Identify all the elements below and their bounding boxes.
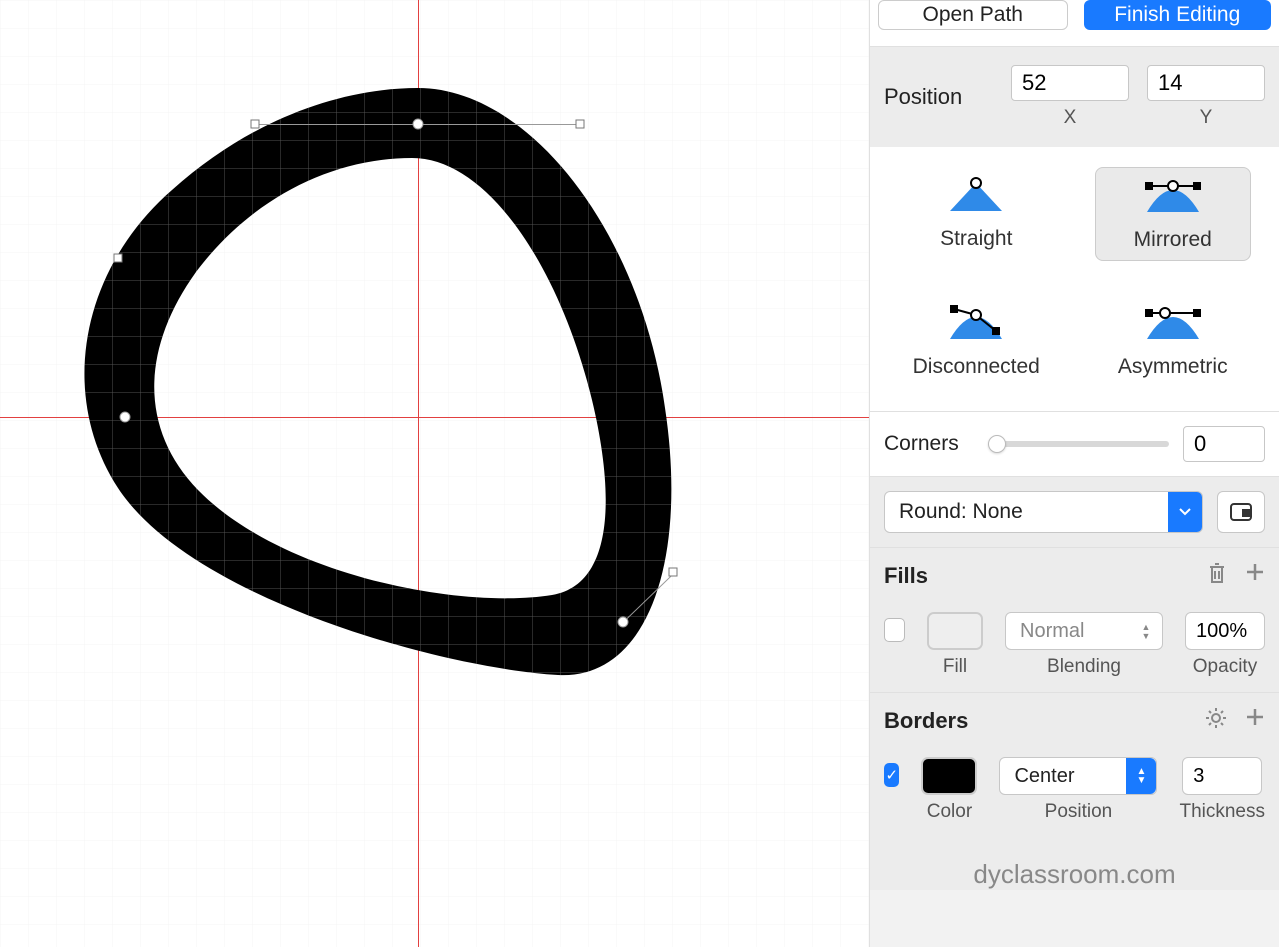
control-handle[interactable] <box>114 254 123 263</box>
open-path-button[interactable]: Open Path <box>878 0 1068 30</box>
plus-icon[interactable] <box>1245 707 1265 735</box>
round-section: Round: None <box>870 476 1279 547</box>
border-thickness-label: Thickness <box>1179 801 1265 823</box>
point-mode-label: Straight <box>940 227 1012 251</box>
anchor-point-top[interactable] <box>413 119 424 130</box>
control-handle[interactable] <box>669 568 678 577</box>
border-position-select[interactable]: Center ▲▼ <box>999 757 1157 795</box>
watermark-text: dyclassroom.com <box>870 837 1279 890</box>
border-position-label: Position <box>1045 801 1113 823</box>
position-y-input[interactable] <box>1147 65 1265 101</box>
point-mode-asymmetric[interactable]: Asymmetric <box>1095 295 1252 387</box>
borders-header: Borders <box>870 692 1279 749</box>
position-y-label: Y <box>1200 107 1213 129</box>
canvas[interactable] <box>0 0 869 947</box>
position-x-label: X <box>1064 107 1077 129</box>
corner-options-button[interactable] <box>1217 491 1265 533</box>
anchor-point-left[interactable] <box>120 412 131 423</box>
fill-enable-checkbox[interactable] <box>884 618 905 642</box>
point-mode-label: Asymmetric <box>1118 355 1228 379</box>
fills-title: Fills <box>884 563 928 589</box>
inspector-panel: Open Path Finish Editing Position X Y St… <box>869 0 1279 947</box>
plus-icon[interactable] <box>1245 562 1265 590</box>
point-mode-mirrored[interactable]: Mirrored <box>1095 167 1252 261</box>
path-buttons: Open Path Finish Editing <box>870 0 1279 46</box>
point-mode-straight[interactable]: Straight <box>898 167 1055 261</box>
position-section: Position X Y <box>870 46 1279 147</box>
border-color-label: Color <box>927 801 972 823</box>
borders-title: Borders <box>884 708 968 734</box>
point-mode-disconnected[interactable]: Disconnected <box>898 295 1055 387</box>
border-color-swatch[interactable] <box>921 757 977 795</box>
trash-icon[interactable] <box>1207 562 1227 590</box>
fill-color-swatch[interactable] <box>927 612 983 650</box>
point-mode-label: Mirrored <box>1134 228 1212 252</box>
fills-header: Fills <box>870 547 1279 604</box>
corners-section: Corners <box>870 411 1279 476</box>
fill-blending-label: Blending <box>1047 656 1121 678</box>
fill-opacity-label: Opacity <box>1193 656 1257 678</box>
anchor-point-right[interactable] <box>618 617 629 628</box>
control-handle[interactable] <box>576 120 585 129</box>
position-label: Position <box>884 84 993 110</box>
border-row: ✓ Color Center ▲▼ Position Thickness <box>870 749 1279 837</box>
corners-input[interactable] <box>1183 426 1265 462</box>
fill-opacity-input[interactable] <box>1185 612 1265 650</box>
position-x-input[interactable] <box>1011 65 1129 101</box>
fill-color-label: Fill <box>943 656 967 678</box>
border-enable-checkbox[interactable]: ✓ <box>884 763 899 787</box>
chevron-down-icon <box>1168 492 1202 532</box>
round-select[interactable]: Round: None <box>884 491 1203 533</box>
path-shape[interactable] <box>0 0 869 947</box>
control-handle[interactable] <box>251 120 260 129</box>
corners-slider[interactable] <box>988 441 1169 447</box>
finish-editing-button[interactable]: Finish Editing <box>1084 0 1272 30</box>
fill-blending-select[interactable]: Normal ▲▼ <box>1005 612 1163 650</box>
border-thickness-input[interactable] <box>1182 757 1262 795</box>
gear-icon[interactable] <box>1205 707 1227 735</box>
point-mode-section: Straight Mirrored Disconnected Asymmetri… <box>870 147 1279 411</box>
fill-row: Fill Normal ▲▼ Blending Opacity <box>870 604 1279 692</box>
round-select-text: Round: None <box>885 500 1037 524</box>
point-mode-label: Disconnected <box>913 355 1040 379</box>
corners-label: Corners <box>884 432 974 456</box>
